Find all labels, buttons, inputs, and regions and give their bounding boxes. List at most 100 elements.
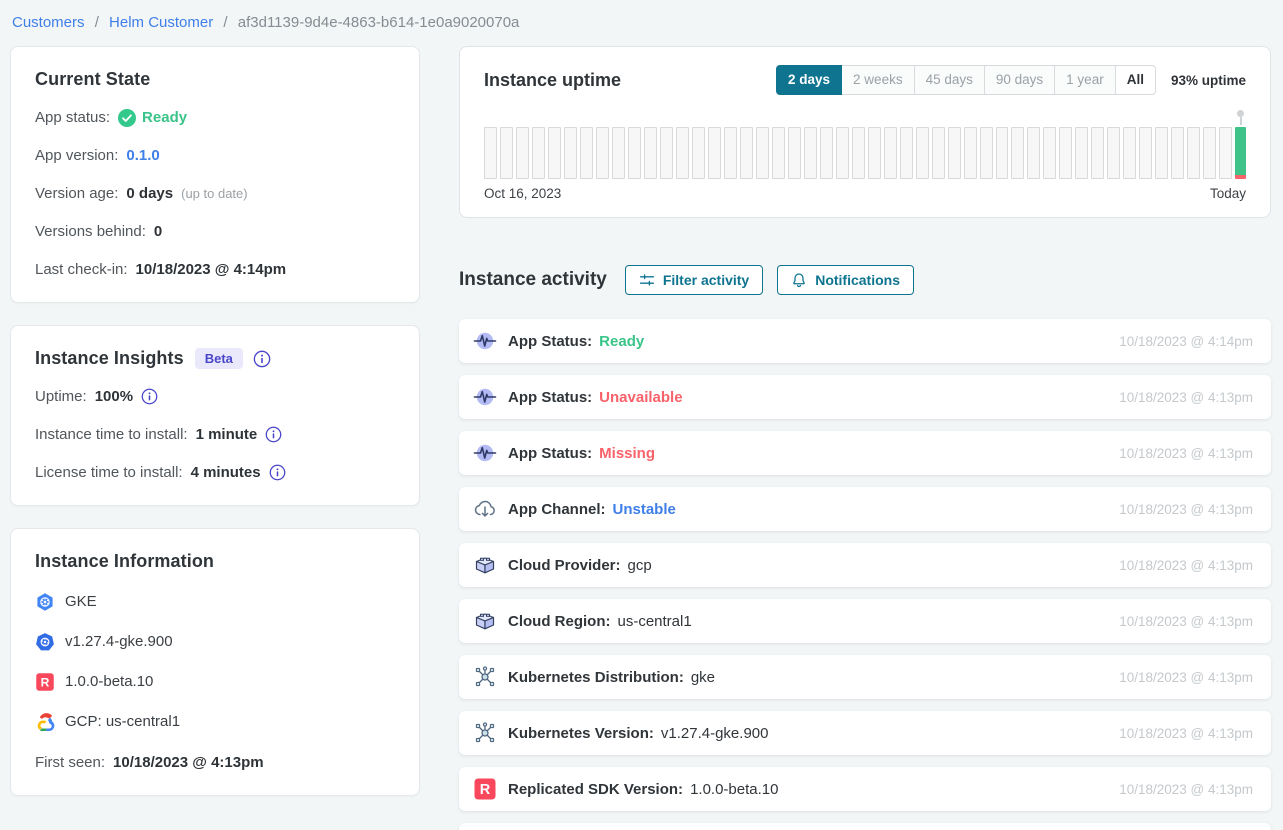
- last-checkin-value: 10/18/2023 @ 4:14pm: [136, 259, 287, 280]
- insight-label: Instance time to install:: [35, 424, 188, 445]
- uptime-bar-nodata[interactable]: [1155, 127, 1168, 179]
- uptime-bar-nodata[interactable]: [1091, 127, 1104, 179]
- uptime-bar-nodata[interactable]: [756, 127, 769, 179]
- current-state-title: Current State: [35, 69, 395, 90]
- uptime-bar-nodata[interactable]: [548, 127, 561, 179]
- uptime-bar-nodata[interactable]: [1203, 127, 1216, 179]
- uptime-bar-segment-down: [1235, 175, 1246, 179]
- breadcrumb-link[interactable]: Customers: [12, 14, 85, 31]
- uptime-bar-nodata[interactable]: [900, 127, 913, 179]
- range-button-all[interactable]: All: [1115, 65, 1156, 95]
- activity-row-value: us-central1: [617, 613, 691, 630]
- instance-info-item: 1.0.0-beta.10: [35, 671, 395, 692]
- range-button-2-days[interactable]: 2 days: [776, 65, 842, 95]
- uptime-bar-nodata[interactable]: [1171, 127, 1184, 179]
- uptime-bar-data[interactable]: [1235, 127, 1246, 179]
- info-icon[interactable]: [269, 464, 286, 481]
- app-version-link[interactable]: 0.1.0: [126, 145, 159, 166]
- uptime-bar-nodata[interactable]: [676, 127, 689, 179]
- app-channel-icon: [473, 497, 497, 521]
- uptime-bar-nodata[interactable]: [948, 127, 961, 179]
- uptime-bar-nodata[interactable]: [820, 127, 833, 179]
- insight-label: License time to install:: [35, 462, 183, 483]
- uptime-bar-nodata[interactable]: [692, 127, 705, 179]
- uptime-bar-nodata[interactable]: [996, 127, 1009, 179]
- activity-row: App Channel:Unstable10/18/2023 @ 4:13pm: [459, 487, 1271, 531]
- uptime-bar-nodata[interactable]: [484, 127, 497, 179]
- uptime-bar-nodata[interactable]: [1187, 127, 1200, 179]
- uptime-bar-nodata[interactable]: [1011, 127, 1024, 179]
- uptime-bar-nodata[interactable]: [804, 127, 817, 179]
- app-status-row: App status: Ready: [35, 107, 395, 128]
- uptime-bar-nodata[interactable]: [1043, 127, 1056, 179]
- uptime-bar-nodata[interactable]: [564, 127, 577, 179]
- range-button-45-days[interactable]: 45 days: [914, 65, 985, 95]
- uptime-bar-nodata[interactable]: [932, 127, 945, 179]
- uptime-bar-nodata[interactable]: [516, 127, 529, 179]
- uptime-bar-nodata[interactable]: [660, 127, 673, 179]
- notifications-button[interactable]: Notifications: [777, 265, 914, 295]
- breadcrumb-link[interactable]: Helm Customer: [109, 14, 213, 31]
- activity-row: Cloud Region:us-central110/18/2023 @ 4:1…: [459, 599, 1271, 643]
- uptime-bar-nodata[interactable]: [836, 127, 849, 179]
- version-age-note: (up to date): [181, 183, 248, 204]
- activity-row-value: Unavailable: [599, 389, 682, 406]
- current-state-card: Current State App status: Ready App vers…: [10, 46, 420, 303]
- activity-row-label: App Status:: [508, 333, 592, 350]
- insight-value: 100%: [95, 386, 133, 407]
- uptime-bar-nodata[interactable]: [868, 127, 881, 179]
- breadcrumb-separator: /: [219, 14, 232, 31]
- uptime-bar-nodata[interactable]: [580, 127, 593, 179]
- uptime-bar-nodata[interactable]: [852, 127, 865, 179]
- range-button-1-year[interactable]: 1 year: [1054, 65, 1116, 95]
- instance-uptime-card: Instance uptime 2 days2 weeks45 days90 d…: [459, 46, 1271, 218]
- info-icon[interactable]: [265, 426, 282, 443]
- insight-row: License time to install:4 minutes: [35, 462, 395, 483]
- activity-row-value: gke: [691, 669, 715, 686]
- uptime-bar-nodata[interactable]: [708, 127, 721, 179]
- uptime-bar-nodata[interactable]: [724, 127, 737, 179]
- app-status-label: App status:: [35, 107, 110, 128]
- range-button-90-days[interactable]: 90 days: [984, 65, 1055, 95]
- range-button-2-weeks[interactable]: 2 weeks: [841, 65, 915, 95]
- uptime-bar-nodata[interactable]: [964, 127, 977, 179]
- uptime-bar-nodata[interactable]: [1123, 127, 1136, 179]
- app-status-icon: [473, 441, 497, 465]
- uptime-bar-nodata[interactable]: [788, 127, 801, 179]
- activity-row-timestamp: 10/18/2023 @ 4:13pm: [1119, 390, 1253, 405]
- uptime-bar-nodata[interactable]: [1139, 127, 1152, 179]
- uptime-bar-nodata[interactable]: [612, 127, 625, 179]
- uptime-bar-nodata[interactable]: [628, 127, 641, 179]
- uptime-bar-nodata[interactable]: [916, 127, 929, 179]
- uptime-bar-nodata[interactable]: [1107, 127, 1120, 179]
- uptime-bar-nodata[interactable]: [740, 127, 753, 179]
- uptime-bar-nodata[interactable]: [596, 127, 609, 179]
- uptime-bar-nodata[interactable]: [884, 127, 897, 179]
- activity-row-timestamp: 10/18/2023 @ 4:13pm: [1119, 614, 1253, 629]
- uptime-bar-nodata[interactable]: [772, 127, 785, 179]
- uptime-bar-nodata[interactable]: [1219, 127, 1232, 179]
- uptime-bar-nodata[interactable]: [532, 127, 545, 179]
- uptime-bar-nodata[interactable]: [1027, 127, 1040, 179]
- activity-row-label: App Status:: [508, 445, 592, 462]
- version-age-value: 0 days: [126, 183, 173, 204]
- instance-info-item: v1.27.4-gke.900: [35, 631, 395, 652]
- insight-row: Uptime:100%: [35, 386, 395, 407]
- uptime-bar-nodata[interactable]: [644, 127, 657, 179]
- activity-row-label: App Channel:: [508, 501, 606, 518]
- version-age-row: Version age: 0 days (up to date): [35, 183, 395, 204]
- uptime-bar-nodata[interactable]: [1059, 127, 1072, 179]
- filter-activity-button[interactable]: Filter activity: [625, 265, 763, 295]
- list-item-partial: [459, 823, 1271, 830]
- activity-row-label: Kubernetes Distribution:: [508, 669, 684, 686]
- info-icon[interactable]: [253, 350, 271, 368]
- uptime-bar-nodata[interactable]: [980, 127, 993, 179]
- instance-activity-header: Instance activity Filter activity Notifi…: [459, 265, 1271, 295]
- uptime-controls: 2 days2 weeks45 days90 days1 yearAll 93%…: [776, 65, 1246, 95]
- replicated-icon: [35, 672, 55, 692]
- versions-behind-label: Versions behind:: [35, 221, 146, 242]
- info-icon[interactable]: [141, 388, 158, 405]
- uptime-bar-nodata[interactable]: [500, 127, 513, 179]
- uptime-bar-nodata[interactable]: [1075, 127, 1088, 179]
- filter-activity-label: Filter activity: [663, 272, 749, 288]
